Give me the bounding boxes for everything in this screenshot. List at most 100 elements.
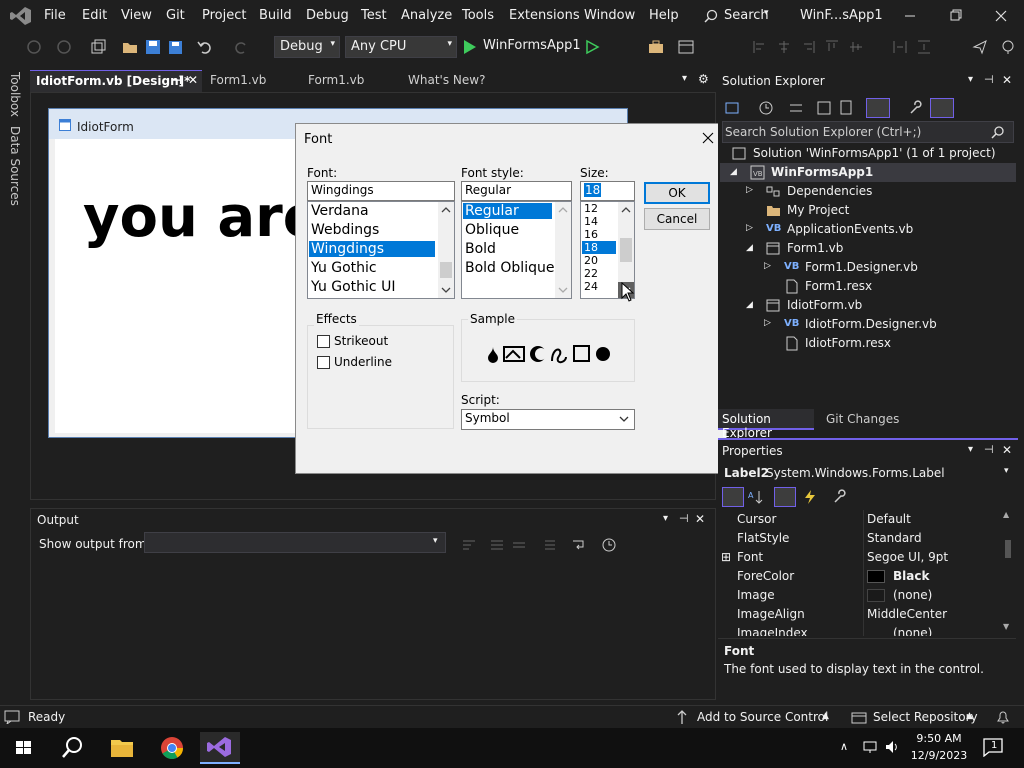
tree-idiotform[interactable]: ◢ IdiotForm.vb <box>746 296 1006 315</box>
prop-value[interactable]: MiddleCenter <box>867 607 947 621</box>
close-icon[interactable]: ✕ <box>1002 443 1012 457</box>
scroll-thumb[interactable] <box>620 238 632 262</box>
share-icon[interactable] <box>972 39 988 55</box>
pane-options-icon[interactable]: ▾ <box>968 444 973 455</box>
notification-bell-icon[interactable] <box>996 709 1010 725</box>
font-list[interactable]: Verdana Webdings Wingdings Yu Gothic Yu … <box>307 201 455 299</box>
tree-idiotform-resx[interactable]: IdiotForm.resx <box>784 334 1004 353</box>
expand-arrow-icon[interactable]: ◢ <box>730 167 737 177</box>
list-item[interactable]: Verdana <box>309 203 435 219</box>
script-select[interactable]: Symbol <box>461 409 635 430</box>
label2[interactable]: you are <box>83 185 321 250</box>
taskbar-search-icon[interactable] <box>52 732 92 764</box>
spacing-icon[interactable] <box>892 39 908 55</box>
list-item[interactable]: Webdings <box>309 222 435 238</box>
list-item[interactable]: 24 <box>582 280 616 293</box>
list-item[interactable]: Oblique <box>463 222 552 238</box>
list-item[interactable]: 12 <box>582 202 616 215</box>
tree-application-events[interactable]: ▷ VB ApplicationEvents.vb <box>746 220 1006 239</box>
ok-button[interactable]: OK <box>644 182 710 204</box>
tree-project[interactable]: ◢ VB WinFormsApp1 <box>720 163 1016 182</box>
tab-git-changes[interactable]: Git Changes <box>822 409 903 430</box>
close-icon[interactable]: ✕ <box>695 512 705 526</box>
volume-icon[interactable] <box>884 739 902 755</box>
list-item[interactable]: 22 <box>582 267 616 280</box>
platform-select[interactable]: Any CPU ▾ <box>345 36 457 58</box>
cancel-button[interactable]: Cancel <box>644 208 710 230</box>
align-right-icon[interactable] <box>800 39 816 55</box>
property-pages-wrench-icon[interactable] <box>832 489 848 505</box>
pin-icon[interactable]: ⊣ <box>679 512 689 525</box>
menu-file[interactable]: File <box>44 8 66 23</box>
undo-icon[interactable] <box>197 39 213 55</box>
tree-my-project[interactable]: My Project <box>766 201 1006 220</box>
pin-icon[interactable]: ⊣ <box>984 443 994 456</box>
chrome-icon[interactable] <box>152 732 192 764</box>
prop-row-flatstyle[interactable]: FlatStyle Standard <box>718 529 1000 548</box>
tab-overflow-icon[interactable]: ▾ <box>682 73 687 84</box>
list-item[interactable]: Yu Gothic <box>309 260 435 276</box>
gear-icon[interactable]: ⚙ <box>698 72 709 86</box>
collapse-arrow-icon[interactable]: ◢ <box>746 300 753 310</box>
list-item[interactable]: Bold Oblique <box>463 260 554 276</box>
feedback-icon[interactable] <box>1000 39 1016 55</box>
clock-icon[interactable] <box>601 537 617 553</box>
menu-project[interactable]: Project <box>202 8 246 23</box>
restore-button[interactable] <box>940 6 970 26</box>
font-style-list[interactable]: Regular Oblique Bold Bold Oblique <box>461 201 572 299</box>
scroll-down-icon[interactable]: ▼ <box>1003 622 1009 631</box>
prop-row-image[interactable]: Image (none) <box>718 586 1000 605</box>
toggle-wrap-icon[interactable] <box>571 537 587 553</box>
menu-build[interactable]: Build <box>259 8 292 23</box>
close-icon[interactable]: ✕ <box>1002 73 1012 87</box>
toolbox-icon[interactable] <box>648 39 664 55</box>
tab-solution-explorer[interactable]: Solution Explorer <box>718 409 814 440</box>
preview-selected-icon[interactable] <box>930 98 954 118</box>
menu-view[interactable]: View <box>121 8 152 23</box>
list-item-selected[interactable]: Wingdings <box>309 241 435 257</box>
prop-row-cursor[interactable]: Cursor Default <box>718 510 1000 529</box>
font-style-input[interactable]: Regular <box>461 181 572 201</box>
align-top-icon[interactable] <box>824 39 840 55</box>
vertical-spacing-icon[interactable] <box>916 39 932 55</box>
scroll-down-icon[interactable] <box>555 282 571 298</box>
underline-checkbox[interactable] <box>317 356 330 369</box>
align-middle-icon[interactable] <box>848 39 864 55</box>
expand-arrow-icon[interactable]: ▷ <box>746 185 753 195</box>
menu-window[interactable]: Window <box>584 8 635 23</box>
save-icon[interactable] <box>145 39 161 55</box>
close-window-button[interactable] <box>986 6 1016 26</box>
tree-form1-designer[interactable]: ▷ VB Form1.Designer.vb <box>764 258 1004 277</box>
start-without-debugging-icon[interactable] <box>584 39 600 55</box>
layout-icon[interactable] <box>678 39 694 55</box>
font-name-input[interactable]: Wingdings <box>307 181 455 201</box>
toolbox-tab[interactable]: Toolbox <box>8 72 22 117</box>
list-item[interactable]: Bold <box>463 241 552 257</box>
size-input[interactable]: 18 <box>580 181 635 201</box>
clear-all-icon[interactable] <box>489 537 505 553</box>
pin-icon[interactable]: ⊣ <box>984 73 994 86</box>
list-item[interactable]: 14 <box>582 215 616 228</box>
clock-date[interactable]: 12/9/2023 <box>908 749 970 762</box>
visual-studio-taskbar-icon[interactable] <box>200 732 240 764</box>
menu-analyze[interactable]: Analyze <box>401 8 452 23</box>
expand-plus-icon[interactable]: ⊞ <box>721 550 731 564</box>
properties-scrollbar[interactable]: ▲ ▼ <box>1002 510 1014 635</box>
tree-solution[interactable]: Solution 'WinFormsApp1' (1 of 1 project) <box>732 144 1012 163</box>
back-icon[interactable] <box>26 39 42 55</box>
history-icon[interactable] <box>758 100 774 116</box>
minimize-button[interactable] <box>895 6 925 26</box>
tray-chevron-up-icon[interactable]: ∧ <box>840 740 848 753</box>
prop-value[interactable]: (none) <box>893 626 932 636</box>
save-all-icon[interactable] <box>167 39 183 55</box>
select-repository[interactable]: Select Repository <box>873 710 978 724</box>
menu-test[interactable]: Test <box>361 8 387 23</box>
object-selector[interactable]: Label2 System.Windows.Forms.Label ▾ <box>722 464 1014 484</box>
scroll-thumb[interactable] <box>440 262 452 278</box>
scroll-up-icon[interactable] <box>438 202 454 218</box>
find-next-icon[interactable] <box>511 537 527 553</box>
list-item-selected[interactable]: Regular <box>463 203 552 219</box>
menu-git[interactable]: Git <box>166 8 185 23</box>
show-all-files-icon[interactable] <box>838 100 854 116</box>
pane-options-icon[interactable]: ▾ <box>968 74 973 85</box>
